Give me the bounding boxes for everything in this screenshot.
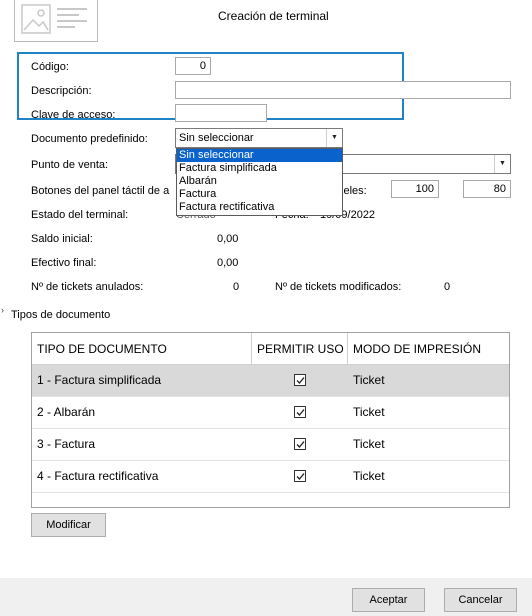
table-row[interactable]: 1 - Factura simplificada Ticket [32, 365, 509, 397]
permitir-checkbox[interactable] [294, 374, 306, 386]
window-title: Creación de terminal [218, 9, 329, 23]
cancelar-button[interactable]: Cancelar [444, 588, 517, 612]
modificados-value: 0 [444, 281, 451, 293]
anulados-value: 0 [233, 281, 240, 293]
chevron-down-icon[interactable]: ▼ [326, 129, 342, 147]
column-header[interactable]: TIPO DE DOCUMENTO [32, 333, 252, 365]
documento-dropdown-list: Sin seleccionar Factura simplificada Alb… [176, 148, 343, 216]
modificados-label: Nº de tickets modificados: [275, 281, 402, 293]
column-header[interactable]: MODO DE IMPRESIÓN [348, 333, 509, 365]
modo-cell: Ticket [353, 405, 385, 419]
anulados-label: Nº de tickets anulados: [31, 281, 144, 293]
dropdown-option[interactable]: Albarán [177, 175, 342, 188]
descripcion-field[interactable] [175, 81, 511, 99]
permitir-checkbox[interactable] [294, 470, 306, 482]
codigo-label: Código: [31, 61, 69, 73]
botones-label: Botones del panel táctil de a [31, 185, 170, 197]
tipos-section-label: Tipos de documento [11, 309, 111, 321]
tipo-cell: 2 - Albarán [37, 405, 96, 419]
saldo-label: Saldo inicial: [31, 233, 93, 245]
tipo-cell: 4 - Factura rectificativa [37, 469, 159, 483]
documento-label: Documento predefinido: [31, 133, 148, 145]
dropdown-option[interactable]: Factura simplificada [177, 162, 342, 175]
modo-cell: Ticket [353, 373, 385, 387]
aceptar-button[interactable]: Aceptar [352, 588, 425, 612]
permitir-checkbox[interactable] [294, 406, 306, 418]
estado-label: Estado del terminal: [31, 209, 129, 221]
modificar-button[interactable]: Modificar [31, 513, 106, 537]
descripcion-label: Descripción: [31, 85, 92, 97]
saldo-value: 0,00 [217, 233, 239, 245]
table-row[interactable]: 4 - Factura rectificativa Ticket [32, 461, 509, 493]
documento-selected-value: Sin seleccionar [179, 132, 254, 144]
clave-label: Clave de acceso: [31, 109, 116, 121]
punto-venta-label: Punto de venta: [31, 159, 109, 171]
modo-cell: Ticket [353, 437, 385, 451]
terminal-image-icon[interactable] [14, 0, 98, 42]
efectivo-value: 0,00 [217, 257, 239, 269]
clave-field[interactable] [175, 104, 267, 122]
codigo-field[interactable]: 0 [175, 57, 211, 75]
dropdown-option[interactable]: Factura rectificativa [177, 201, 342, 214]
tipo-cell: 1 - Factura simplificada [37, 373, 162, 387]
pixeles-height-field[interactable]: 80 [463, 180, 511, 198]
modo-cell: Ticket [353, 469, 385, 483]
dropdown-option[interactable]: Factura [177, 188, 342, 201]
documento-select[interactable]: Sin seleccionar ▼ [175, 128, 343, 148]
pixeles-width-field[interactable]: 100 [391, 180, 439, 198]
tipos-table: TIPO DE DOCUMENTO PERMITIR USO MODO DE I… [31, 332, 510, 508]
table-row[interactable]: 2 - Albarán Ticket [32, 397, 509, 429]
chevron-down-icon[interactable]: ▼ [494, 155, 510, 173]
tipo-cell: 3 - Factura [37, 437, 96, 451]
permitir-checkbox[interactable] [294, 438, 306, 450]
efectivo-label: Efectivo final: [31, 257, 97, 269]
column-header[interactable]: PERMITIR USO [252, 333, 348, 365]
table-row[interactable]: 3 - Factura Ticket [32, 429, 509, 461]
dropdown-option[interactable]: Sin seleccionar [177, 149, 342, 162]
chevron-right-icon[interactable]: › [1, 305, 4, 315]
